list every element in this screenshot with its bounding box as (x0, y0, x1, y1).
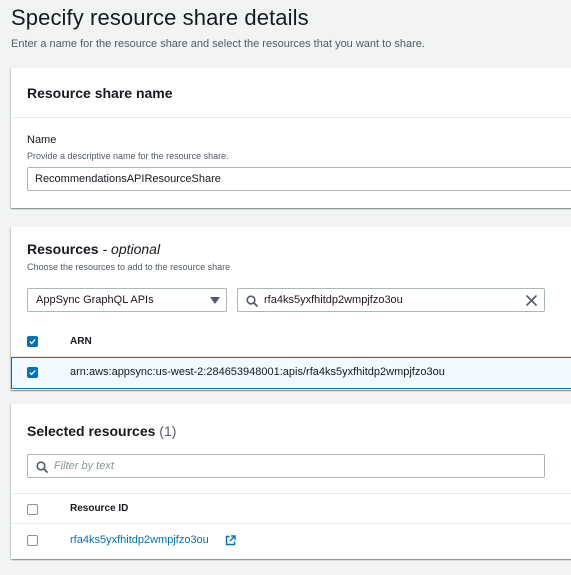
page-title: Specify resource share details (11, 5, 309, 30)
checkbox-empty-icon[interactable] (27, 535, 38, 546)
resources-panel: Resources - optional Choose the resource… (11, 227, 571, 390)
column-header-resource-id[interactable]: Resource ID (70, 503, 128, 514)
selected-resources-panel: Selected resources (1) Filter by text Re… (11, 404, 571, 559)
resource-type-value: AppSync GraphQL APIs (36, 294, 154, 306)
resource-search-input[interactable]: rfa4ks5yxfhitdp2wmpjfzo3ou (237, 288, 545, 312)
resources-description: Choose the resources to add to the resou… (27, 262, 231, 272)
resource-share-name-panel: Resource share name Name Provide a descr… (11, 68, 571, 208)
filter-input[interactable]: Filter by text (27, 454, 545, 478)
optional-label: - optional (102, 241, 161, 257)
panel-title: Selected resources (27, 423, 156, 439)
search-icon (36, 461, 48, 473)
panel-header: Selected resources (1) (11, 404, 571, 444)
selected-table-header: Resource ID (11, 493, 571, 524)
panel-title: Resource share name (27, 85, 173, 101)
resources-table-header: ARN (11, 327, 571, 357)
page-subtitle: Enter a name for the resource share and … (11, 38, 425, 50)
selected-count: (1) (159, 423, 177, 439)
table-row[interactable]: arn:aws:appsync:us-west-2:284653948001:a… (11, 357, 571, 389)
checkbox-empty-icon[interactable] (27, 504, 38, 515)
checkbox-checked-icon[interactable] (27, 367, 38, 378)
clear-icon[interactable] (525, 294, 538, 307)
table-row: rfa4ks5yxfhitdp2wmpjfzo3ou (11, 524, 571, 558)
name-input[interactable]: RecommendationsAPIResourceShare (27, 167, 571, 191)
arn-cell: arn:aws:appsync:us-west-2:284653948001:a… (70, 366, 445, 378)
name-field-description: Provide a descriptive name for the resou… (27, 151, 229, 161)
panel-header: Resources - optional (11, 227, 571, 257)
resource-type-select[interactable]: AppSync GraphQL APIs (27, 288, 227, 312)
search-value: rfa4ks5yxfhitdp2wmpjfzo3ou (264, 294, 403, 306)
filter-placeholder: Filter by text (54, 460, 114, 472)
search-icon (246, 295, 258, 307)
checkbox-checked-icon[interactable] (27, 336, 38, 347)
resource-id-link[interactable]: rfa4ks5yxfhitdp2wmpjfzo3ou (70, 534, 209, 546)
name-field-label: Name (27, 134, 57, 146)
column-header-arn[interactable]: ARN (70, 336, 92, 347)
external-link-icon[interactable] (225, 535, 236, 546)
dropdown-arrow-icon (210, 297, 220, 304)
panel-title: Resources (27, 241, 99, 257)
panel-header: Resource share name (11, 68, 571, 118)
